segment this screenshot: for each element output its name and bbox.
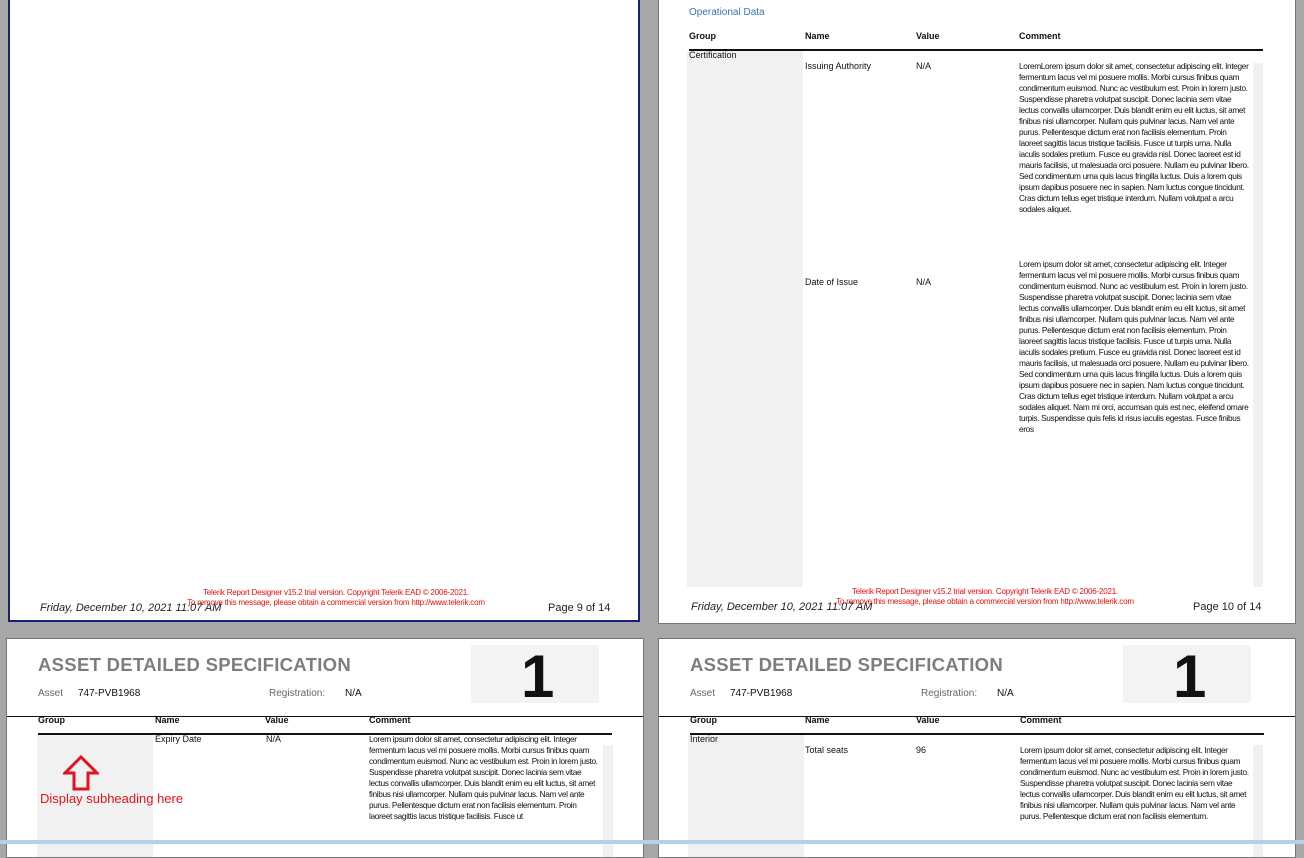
row-value: N/A: [916, 61, 932, 71]
column-header-name: Name: [805, 715, 830, 725]
arrow-up-icon: [63, 755, 99, 791]
row-name: Issuing Authority: [805, 61, 872, 71]
report-title: ASSET DETAILED SPECIFICATION: [690, 654, 1003, 675]
number-box: 1: [1123, 645, 1251, 707]
asset-number: 1: [521, 643, 555, 710]
column-header-value: Value: [916, 715, 940, 725]
row-value: N/A: [266, 734, 282, 744]
column-header-comment: Comment: [369, 715, 411, 725]
trial-line-1: Telerik Report Designer v15.2 trial vers…: [202, 588, 470, 597]
header-divider: [7, 716, 643, 717]
column-header-group: Group: [38, 715, 65, 725]
row-name: Total seats: [805, 745, 849, 755]
registration-label: Registration:: [269, 688, 326, 699]
row-comment: Lorem ipsum dolor sit amet, consectetur …: [1020, 745, 1249, 821]
registration-value: N/A: [997, 688, 1014, 699]
column-header-comment: Comment: [1019, 31, 1061, 41]
group-label: Certification: [689, 50, 737, 60]
footer-date: Friday, December 10, 2021 11:07 AM: [691, 601, 873, 613]
registration-value: N/A: [345, 688, 362, 699]
report-page-9: Telerik Report Designer v15.2 trial vers…: [8, 0, 640, 622]
header-divider: [659, 716, 1295, 717]
column-header-name: Name: [155, 715, 180, 725]
asset-number: 1: [1173, 643, 1207, 710]
asset-value: 747-PVB1968: [730, 688, 793, 699]
asset-value: 747-PVB1968: [78, 688, 141, 699]
row-comment: Lorem ipsum dolor sit amet, consectetur …: [369, 734, 598, 821]
row-name: Expiry Date: [155, 734, 202, 744]
column-header-value: Value: [916, 31, 940, 41]
column-header-name: Name: [805, 31, 830, 41]
row-name: Date of Issue: [805, 277, 859, 287]
row-value: 96: [916, 745, 927, 755]
report-page-10: Operational Data Group Name Value Commen…: [658, 0, 1296, 624]
comment-edge-background: [1253, 63, 1263, 587]
registration-label: Registration:: [921, 688, 978, 699]
group-cell-background: [687, 51, 803, 587]
trial-line-1: Telerik Report Designer v15.2 trial vers…: [851, 587, 1119, 596]
report-page-11: ASSET DETAILED SPECIFICATION 1 Asset 747…: [6, 638, 644, 858]
annotation-text: Display subheading here: [40, 791, 184, 806]
footer-date: Friday, December 10, 2021 11:07 AM: [40, 602, 222, 614]
row-comment: Lorem ipsum dolor sit amet, consectetur …: [1019, 259, 1249, 434]
asset-label: Asset: [690, 688, 716, 699]
column-header-group: Group: [689, 31, 716, 41]
report-page-12: ASSET DETAILED SPECIFICATION 1 Asset 747…: [658, 638, 1296, 858]
viewer-bottom-edge: [0, 840, 1304, 844]
group-label: Interior: [690, 734, 719, 744]
column-header-value: Value: [265, 715, 289, 725]
row-comment: LoremLorem ipsum dolor sit amet, consect…: [1019, 61, 1249, 214]
column-header-comment: Comment: [1020, 715, 1062, 725]
page-number: Page 9 of 14: [548, 602, 611, 614]
number-box: 1: [471, 645, 599, 707]
page-number: Page 10 of 14: [1193, 601, 1262, 613]
report-title: ASSET DETAILED SPECIFICATION: [38, 654, 351, 675]
section-title: Operational Data: [689, 7, 765, 18]
asset-label: Asset: [38, 688, 64, 699]
column-header-group: Group: [690, 715, 717, 725]
row-value: N/A: [916, 277, 932, 287]
